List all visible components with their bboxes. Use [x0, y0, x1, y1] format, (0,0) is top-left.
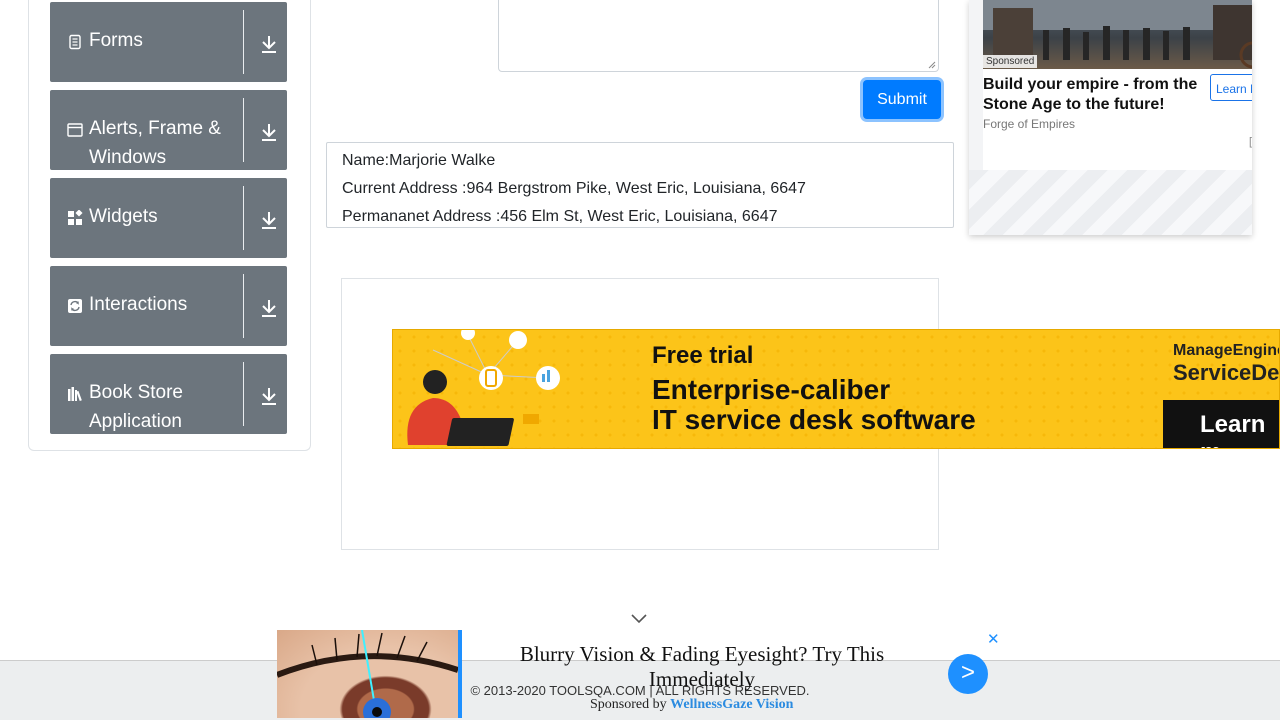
banner-ad[interactable]: Free trial Enterprise-caliber IT service…: [392, 329, 1280, 449]
sidebar-group-label: Alerts, Frame & Windows: [89, 118, 221, 168]
permanent-address-textarea[interactable]: [498, 0, 939, 72]
books-icon: [68, 387, 82, 402]
banner-cta-button[interactable]: Learn m: [1163, 400, 1279, 448]
learn-more-button[interactable]: Learn More: [1210, 74, 1252, 101]
interactions-icon: [68, 299, 82, 313]
download-icon[interactable]: [257, 208, 281, 232]
download-icon[interactable]: [257, 120, 281, 144]
chevron-down-icon[interactable]: [630, 612, 648, 626]
output-name: Name:Marjorie Walke: [342, 152, 496, 169]
widgets-icon: [68, 210, 83, 225]
output-panel: Name:Marjorie Walke Current Address :964…: [326, 142, 954, 228]
person-laptop-illustration: [407, 330, 560, 446]
sidebar-group-label: Widgets: [89, 206, 158, 227]
sidebar-group-book-store[interactable]: Book Store Application: [50, 354, 287, 434]
banner-brand-top: ManageEngine: [1173, 342, 1280, 359]
sidebar-group-label: Forms: [89, 30, 143, 51]
sponsor-name[interactable]: WellnessGaze Vision: [670, 697, 793, 712]
download-icon[interactable]: [257, 384, 281, 408]
sidebar-group-forms[interactable]: Forms: [50, 2, 287, 82]
ad-eye-image: [275, 629, 459, 723]
sidebar-group-label: Interactions: [89, 294, 188, 315]
sidebar-group-alerts[interactable]: Alerts, Frame & Windows: [50, 90, 287, 170]
banner-brand-bottom: ServiceDe: [1173, 360, 1280, 385]
sponsor-prefix: Sponsored by: [590, 697, 671, 712]
divider: [243, 274, 244, 338]
bottom-ad-sponsor: Sponsored by WellnessGaze Vision: [590, 697, 793, 713]
ad-accent-bar: [458, 630, 462, 718]
submit-button[interactable]: Submit: [863, 80, 941, 119]
ad-source: Forge of Empires: [983, 117, 1076, 131]
window-icon: [67, 123, 83, 137]
sponsored-card[interactable]: Sponsored Build your empire - from the S…: [969, 0, 1252, 235]
eye-illustration: [275, 629, 459, 723]
divider: [243, 98, 244, 162]
divider: [243, 186, 244, 250]
card-pattern: [969, 170, 1252, 235]
divider: [243, 10, 244, 74]
ad-info-link[interactable]: [?]: [1249, 136, 1252, 148]
bottom-ad-headline[interactable]: Blurry Vision & Fading Eyesight? Try Thi…: [467, 642, 937, 692]
sidebar-group-widgets[interactable]: Widgets: [50, 178, 287, 258]
sidebar-group-interactions[interactable]: Interactions: [50, 266, 287, 346]
sponsored-label: Sponsored: [983, 55, 1038, 68]
download-icon[interactable]: [257, 296, 281, 320]
sponsored-card-content[interactable]: Sponsored Build your empire - from the S…: [983, 0, 1252, 170]
resize-handle-icon[interactable]: [928, 61, 936, 69]
download-icon[interactable]: [257, 32, 281, 56]
form-icon: [69, 34, 81, 50]
output-permanent-address: Permananet Address :456 Elm St, West Eri…: [342, 208, 778, 225]
ad-headline[interactable]: Build your empire - from the Stone Age t…: [983, 75, 1198, 115]
banner-line3: IT service desk software: [652, 404, 976, 435]
close-icon[interactable]: ✕: [987, 630, 1000, 648]
output-current-address: Current Address :964 Bergstrom Pike, Wes…: [342, 180, 806, 197]
go-arrow-button[interactable]: >: [948, 654, 988, 694]
sidebar-group-label: Book Store Application: [89, 382, 183, 432]
divider: [243, 362, 244, 426]
sticky-bottom-ad[interactable]: Blurry Vision & Fading Eyesight? Try Thi…: [275, 629, 1007, 723]
banner-line2: Enterprise-caliber: [652, 374, 891, 405]
banner-line1: Free trial: [652, 342, 754, 369]
